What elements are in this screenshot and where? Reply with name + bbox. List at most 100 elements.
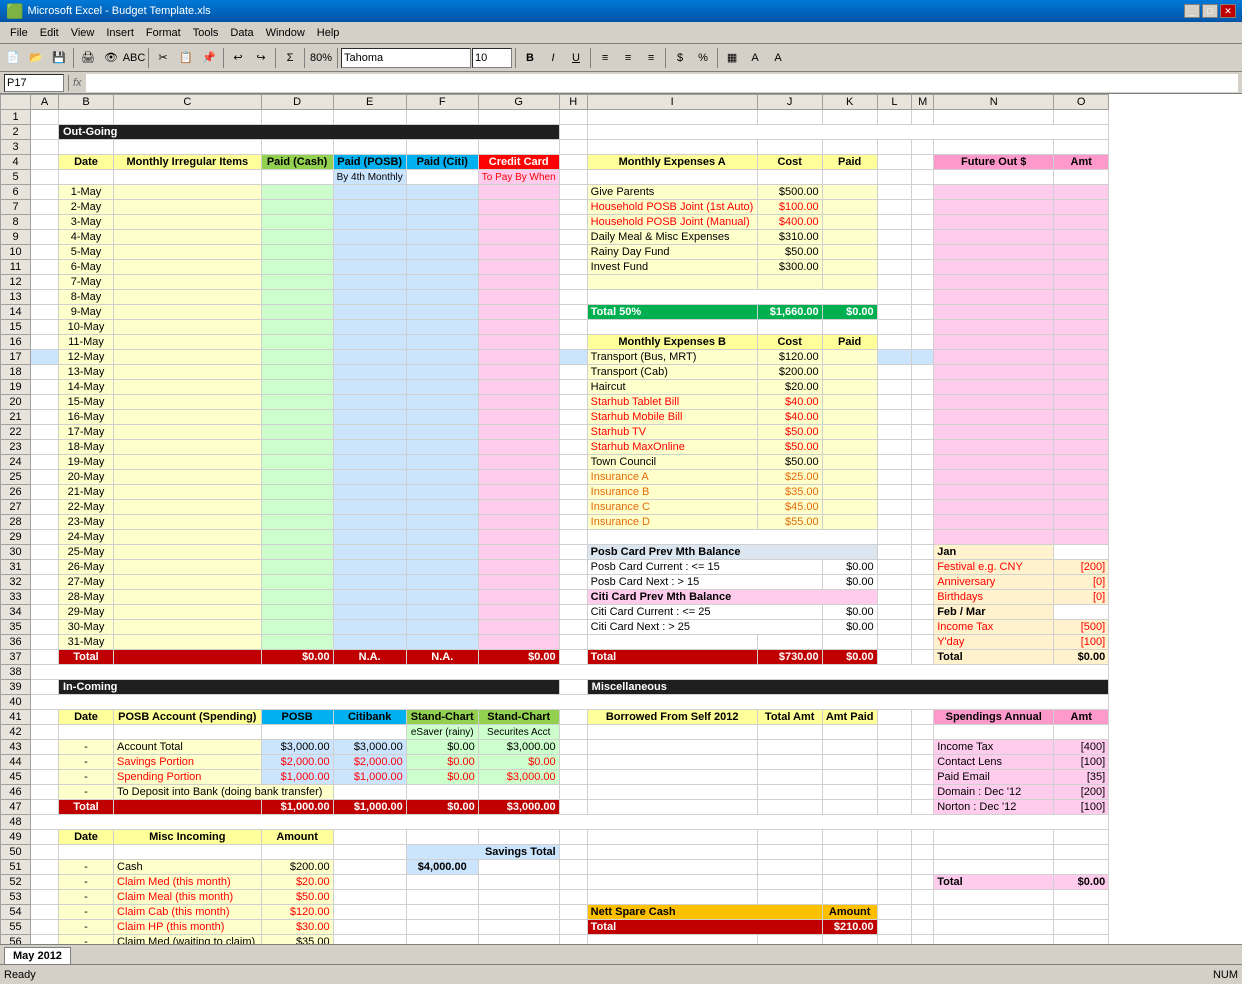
percent-btn[interactable]: % [692, 47, 714, 69]
col-F[interactable]: F [406, 95, 478, 110]
sum-btn[interactable]: Σ [279, 47, 301, 69]
col-H[interactable]: H [559, 95, 587, 110]
inc-total-sc2: $3,000.00 [478, 800, 559, 815]
r1l[interactable] [877, 110, 912, 125]
col-O[interactable]: O [1054, 95, 1109, 110]
borrowed-header: Borrowed From Self 2012 [587, 710, 757, 725]
menu-file[interactable]: File [4, 25, 34, 41]
undo-btn[interactable]: ↩ [227, 47, 249, 69]
paste-btn[interactable]: 📌 [198, 47, 220, 69]
r1d[interactable] [261, 110, 333, 125]
citi-next-val: $0.00 [822, 620, 877, 635]
r1n[interactable] [934, 110, 1054, 125]
row-29: 29 24-May [1, 530, 1109, 545]
monthly-expenses-a-header: Monthly Expenses A [587, 155, 757, 170]
col-M[interactable]: M [912, 95, 934, 110]
row-8: 8 3-May Household POSB Joint (Manual) $4… [1, 215, 1109, 230]
row-30: 30 25-May Posb Card Prev Mth Balance Jan [1, 545, 1109, 560]
r1b[interactable] [59, 110, 114, 125]
col-K[interactable]: K [822, 95, 877, 110]
cut-btn[interactable]: ✂ [152, 47, 174, 69]
font-size-selector[interactable] [472, 48, 512, 68]
col-L[interactable]: L [877, 95, 912, 110]
underline-btn[interactable]: U [565, 47, 587, 69]
redo-btn[interactable]: ↪ [250, 47, 272, 69]
r1e[interactable] [333, 110, 406, 125]
minimize-btn[interactable]: _ [1184, 4, 1200, 18]
col-E[interactable]: E [333, 95, 406, 110]
maximize-btn[interactable]: □ [1202, 4, 1218, 18]
r2h[interactable] [559, 125, 587, 140]
row-17: 17 12-May Transport (Bus, MRT) $120.00 [1, 350, 1109, 365]
currency-btn[interactable]: $ [669, 47, 691, 69]
preview-btn[interactable]: 👁 [100, 47, 122, 69]
col-G[interactable]: G [478, 95, 559, 110]
col-N[interactable]: N [934, 95, 1054, 110]
new-btn[interactable]: 📄 [2, 47, 24, 69]
col-J[interactable]: J [757, 95, 822, 110]
spell-btn[interactable]: ABC [123, 47, 145, 69]
font-selector[interactable] [341, 48, 471, 68]
r1c[interactable] [114, 110, 262, 125]
r1h[interactable] [559, 110, 587, 125]
row-2-header: 2 [1, 125, 31, 140]
r2i-rest[interactable] [587, 125, 1109, 140]
col-A[interactable]: A [31, 95, 59, 110]
copy-btn[interactable]: 📋 [175, 47, 197, 69]
bold-btn[interactable]: B [519, 47, 541, 69]
inc-total-posb: $1,000.00 [261, 800, 333, 815]
monthly-b-cost-header: Cost [757, 335, 822, 350]
menu-help[interactable]: Help [311, 25, 346, 41]
open-btn[interactable]: 📂 [25, 47, 47, 69]
sheet-tab-may2012[interactable]: May 2012 [4, 947, 71, 964]
font-color-btn[interactable]: A [767, 47, 789, 69]
row-44: 44 - Savings Portion $2,000.00 $2,000.00… [1, 755, 1109, 770]
r2a[interactable] [31, 125, 59, 140]
formula-sep [68, 75, 69, 91]
cell-reference[interactable] [4, 74, 64, 92]
save-btn[interactable]: 💾 [48, 47, 70, 69]
r1f[interactable] [406, 110, 478, 125]
col-C[interactable]: C [114, 95, 262, 110]
col-I[interactable]: I [587, 95, 757, 110]
citi-current-label: Citi Card Current : <= 25 [587, 605, 822, 620]
border-btn[interactable]: ▦ [721, 47, 743, 69]
sheet-table: A B C D E F G H I J K L M N O 1 2 Out-Go… [0, 94, 1109, 944]
print-btn[interactable]: 🖨 [77, 47, 99, 69]
menu-view[interactable]: View [65, 25, 101, 41]
r1k[interactable] [822, 110, 877, 125]
align-right-btn[interactable]: ≡ [640, 47, 662, 69]
formula-input[interactable] [86, 74, 1238, 92]
r1m[interactable] [912, 110, 934, 125]
r1i[interactable] [587, 110, 757, 125]
col-D[interactable]: D [261, 95, 333, 110]
r5g: To Pay By When [478, 170, 559, 185]
row-11: 11 6-May Invest Fund $300.00 [1, 260, 1109, 275]
r1a[interactable] [31, 110, 59, 125]
italic-btn[interactable]: I [542, 47, 564, 69]
inc-posb-header: POSB [261, 710, 333, 725]
menu-tools[interactable]: Tools [187, 25, 225, 41]
r1o[interactable] [1054, 110, 1109, 125]
inc-total-label: Total [59, 800, 114, 815]
spreadsheet[interactable]: A B C D E F G H I J K L M N O 1 2 Out-Go… [0, 94, 1242, 944]
align-center-btn[interactable]: ≡ [617, 47, 639, 69]
row-9: 9 4-May Daily Meal & Misc Expenses $310.… [1, 230, 1109, 245]
row-28: 28 23-May Insurance D $55.00 [1, 515, 1109, 530]
r1j[interactable] [757, 110, 822, 125]
nett-spare-label: Nett Spare Cash [587, 905, 822, 920]
paid-posb-header: Paid (POSB) [333, 155, 406, 170]
menu-window[interactable]: Window [260, 25, 311, 41]
fill-color-btn[interactable]: A [744, 47, 766, 69]
r1g[interactable] [478, 110, 559, 125]
menu-edit[interactable]: Edit [34, 25, 65, 41]
align-left-btn[interactable]: ≡ [594, 47, 616, 69]
credit-card-header: Credit Card [478, 155, 559, 170]
close-btn[interactable]: ✕ [1220, 4, 1236, 18]
col-B[interactable]: B [59, 95, 114, 110]
menu-data[interactable]: Data [224, 25, 259, 41]
row-12: 12 7-May [1, 275, 1109, 290]
menu-insert[interactable]: Insert [100, 25, 140, 41]
total-b-label: Total [587, 650, 757, 665]
menu-format[interactable]: Format [140, 25, 187, 41]
